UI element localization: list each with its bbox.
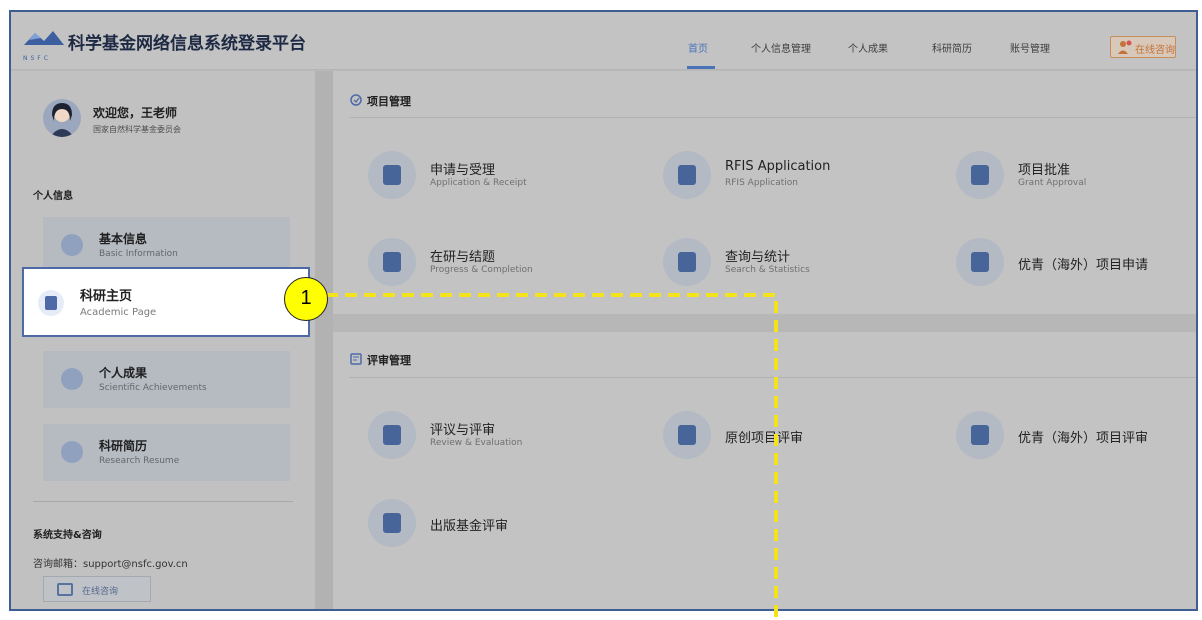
annotation-connector: [326, 293, 778, 620]
step-number: 1: [300, 287, 312, 309]
step-number-badge: 1: [284, 277, 328, 321]
